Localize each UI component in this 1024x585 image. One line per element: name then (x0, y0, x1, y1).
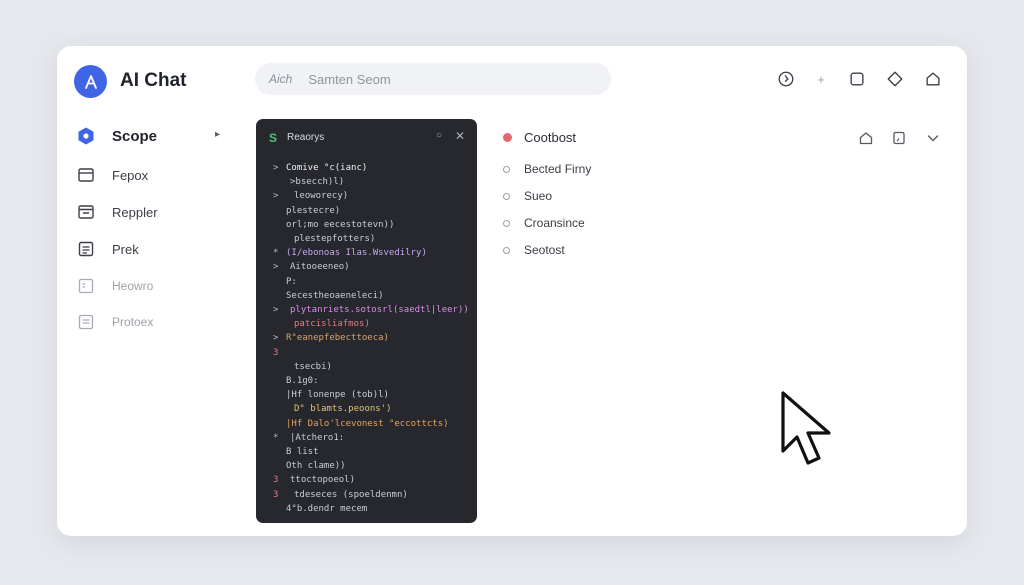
code-line-text: Oth clame)) (286, 461, 346, 472)
code-line-text: |Hf lonenpe (tob)l) (286, 390, 389, 401)
home-icon[interactable] (857, 129, 875, 147)
logo-a-icon (84, 74, 97, 89)
archive-icon (76, 202, 96, 222)
sidebar-item-label: Prek (112, 241, 139, 257)
code-line-text: (I/ebonoas Ilas.Wsvedilry) (286, 248, 427, 259)
code-line-prefix: > (273, 333, 279, 344)
folder-icon (76, 165, 96, 185)
tag-icon[interactable] (885, 69, 905, 89)
history-icon[interactable] (776, 69, 796, 89)
hexagon-icon (76, 126, 96, 146)
code-panel-header: S Reaorys ○ ✕ (256, 119, 477, 157)
code-line-text: D° blamts.peoons') (294, 404, 392, 415)
sidebar-item-heowro[interactable]: Heowro (76, 273, 153, 299)
code-line-text: tdeseces (spoeldenmn) (294, 489, 408, 500)
bullet-icon (503, 165, 510, 173)
sidebar-item-protoex[interactable]: Protoex (76, 309, 153, 335)
search-prefix: Aich (269, 72, 293, 86)
app-logo[interactable] (74, 65, 107, 98)
code-line-text: 4°b.dendr mecem (286, 503, 368, 514)
code-line-text: R°eanepfebecttoeca) (286, 333, 389, 344)
document-icon (76, 239, 96, 259)
app-window: AI Chat Aich + Scope ▸ Fepox Reppler (57, 46, 967, 536)
add-icon[interactable]: + (811, 69, 831, 89)
code-line-text: ttoctopoeol) (290, 475, 356, 486)
code-line-prefix: > (273, 305, 279, 315)
code-line-text: B list (286, 447, 319, 457)
app-title: AI Chat (120, 70, 187, 91)
list-item-label: Croansince (524, 216, 585, 230)
list-item[interactable]: Bected Firny (503, 160, 591, 178)
mouse-cursor-icon (779, 389, 841, 474)
conversation-title[interactable]: Cootbost (503, 128, 576, 146)
code-panel-title: Reaorys (287, 132, 325, 143)
sidebar-item-label: Reppler (112, 204, 158, 220)
code-line-text: |Hf Dalo'lcevonest °eccottcts) (286, 418, 449, 429)
search-input[interactable] (306, 70, 561, 88)
code-line-prefix: > (273, 163, 279, 173)
code-line-prefix: 3 (273, 347, 279, 358)
search-bar[interactable]: Aich (255, 63, 611, 95)
code-line-text: Aitooeeneo) (290, 262, 350, 273)
list-item[interactable]: Croansince (503, 214, 585, 232)
bullet-icon (503, 192, 510, 200)
close-icon[interactable]: ✕ (455, 129, 465, 143)
code-line-text: |Atchero1: (290, 432, 345, 443)
code-line-text: orl;mo eecestotevn)) (286, 219, 395, 230)
code-line-text: leoworecy) (294, 191, 349, 202)
list-item[interactable]: Sueo (503, 187, 552, 205)
chevron-down-icon[interactable] (924, 129, 942, 147)
code-line-text: B.1g0: (286, 376, 319, 386)
code-line-text: plestecre) (286, 205, 341, 216)
code-line-text: tsecbi) (294, 361, 332, 372)
list-item-label: Seotost (524, 243, 565, 257)
list-item[interactable]: Seotost (503, 241, 565, 259)
status-dot (503, 132, 512, 142)
sidebar-item-prek[interactable]: Prek (76, 236, 139, 262)
code-line-text: Comive °c(ianc) (286, 163, 368, 173)
list-item-label: Sueo (524, 189, 553, 203)
sidebar-item-label: Heowro (112, 279, 154, 293)
bookmark-icon[interactable] (890, 129, 908, 147)
code-line-prefix: * (273, 248, 279, 259)
code-line-prefix: * (273, 432, 279, 443)
sidebar-item-label: Fepox (112, 167, 149, 183)
script-icon: S (269, 131, 278, 145)
chevron-right-icon[interactable]: ▸ (215, 129, 220, 140)
bullet-icon (503, 246, 510, 254)
code-line-prefix: > (273, 191, 279, 202)
code-line-prefix: 3 (273, 475, 279, 486)
code-line-text: >bsecch)l) (290, 177, 345, 188)
code-line-text: P: (286, 276, 297, 287)
code-line-text: Secestheoaeneleci) (286, 290, 384, 301)
list-item-label: Bected Firny (524, 162, 592, 176)
code-line-text: plytanriets.sotosrl(saedtl|leer)) (290, 305, 469, 315)
code-line-text: patcisliafmos) (294, 319, 370, 330)
sidebar-item-reppler[interactable]: Reppler (76, 199, 158, 225)
window-icon[interactable] (847, 69, 867, 89)
sidebar-item-scope[interactable]: Scope (76, 123, 157, 149)
home-icon[interactable] (923, 69, 943, 89)
sidebar-item-label: Protoex (112, 315, 154, 329)
bullet-icon (503, 219, 510, 227)
sidebar-item-fepox[interactable]: Fepox (76, 162, 148, 188)
doc-icon (76, 312, 96, 332)
code-line-text: plestepfotters) (294, 234, 376, 244)
circle-icon[interactable]: ○ (436, 130, 448, 142)
doc-icon (76, 276, 96, 296)
sidebar-item-label: Scope (112, 127, 158, 145)
code-line-prefix: > (273, 262, 279, 273)
code-line-prefix: 3 (273, 489, 279, 500)
code-panel: S Reaorys ○ ✕ > Comive °c(ianc) >bsecch)l)… (256, 119, 477, 523)
conversation-title-label: Cootbost (524, 129, 577, 145)
